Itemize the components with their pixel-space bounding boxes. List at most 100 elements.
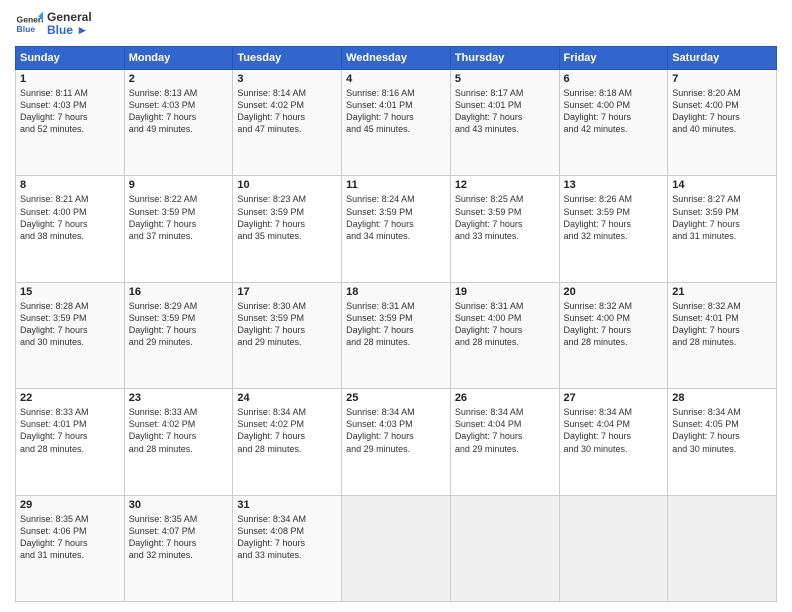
calendar-cell: 19 Sunrise: 8:31 AMSunset: 4:00 PMDayligh…	[450, 282, 559, 388]
calendar-cell: 6 Sunrise: 8:18 AMSunset: 4:00 PMDaylight…	[559, 70, 668, 176]
cell-info: Sunrise: 8:34 AMSunset: 4:05 PMDaylight:…	[672, 406, 772, 455]
day-number: 22	[20, 392, 120, 404]
cell-info: Sunrise: 8:34 AMSunset: 4:02 PMDaylight:…	[237, 406, 337, 455]
cell-info: Sunrise: 8:32 AMSunset: 4:00 PMDaylight:…	[564, 300, 664, 349]
day-number: 28	[672, 392, 772, 404]
calendar-header: SundayMondayTuesdayWednesdayThursdayFrid…	[16, 47, 777, 70]
cell-info: Sunrise: 8:34 AMSunset: 4:03 PMDaylight:…	[346, 406, 446, 455]
calendar-week-1: 1 Sunrise: 8:11 AMSunset: 4:03 PMDaylight…	[16, 70, 777, 176]
calendar-cell: 4Sunrise: 8:16 AMSunset: 4:01 PMDaylight…	[342, 70, 451, 176]
cell-info: Sunrise: 8:14 AMSunset: 4:02 PMDaylight:…	[237, 87, 337, 136]
day-number: 1	[20, 73, 120, 85]
cell-info: Sunrise: 8:35 AMSunset: 4:06 PMDaylight:…	[20, 513, 120, 562]
weekday-header-saturday: Saturday	[668, 47, 777, 70]
calendar-cell	[559, 495, 668, 601]
calendar-cell: 9Sunrise: 8:22 AMSunset: 3:59 PMDaylight…	[124, 176, 233, 282]
weekday-header-sunday: Sunday	[16, 47, 125, 70]
calendar-week-3: 15Sunrise: 8:28 AMSunset: 3:59 PMDayligh…	[16, 282, 777, 388]
calendar-cell: 8 Sunrise: 8:21 AMSunset: 4:00 PMDaylight…	[16, 176, 125, 282]
calendar-cell: 18 Sunrise: 8:31 AMSunset: 3:59 PMDayligh…	[342, 282, 451, 388]
cell-info: Sunrise: 8:35 AMSunset: 4:07 PMDaylight:…	[129, 513, 229, 562]
logo-blue: Blue ►	[47, 24, 92, 37]
cell-info: Sunrise: 8:33 AMSunset: 4:02 PMDaylight:…	[129, 406, 229, 455]
day-number: 20	[564, 286, 664, 298]
calendar-cell: 16 Sunrise: 8:29 AMSunset: 3:59 PMDayligh…	[124, 282, 233, 388]
day-number: 15	[20, 286, 120, 298]
day-number: 7	[672, 73, 772, 85]
calendar-cell: 28 Sunrise: 8:34 AMSunset: 4:05 PMDayligh…	[668, 389, 777, 495]
day-number: 23	[129, 392, 229, 404]
day-number: 11	[346, 179, 446, 191]
cell-info: Sunrise: 8:34 AMSunset: 4:04 PMDaylight:…	[455, 406, 555, 455]
calendar-cell: 25 Sunrise: 8:34 AMSunset: 4:03 PMDayligh…	[342, 389, 451, 495]
calendar-cell: 1 Sunrise: 8:11 AMSunset: 4:03 PMDaylight…	[16, 70, 125, 176]
calendar-week-5: 29 Sunrise: 8:35 AMSunset: 4:06 PMDayligh…	[16, 495, 777, 601]
calendar-cell: 17 Sunrise: 8:30 AMSunset: 3:59 PMDayligh…	[233, 282, 342, 388]
weekday-header-friday: Friday	[559, 47, 668, 70]
cell-info: Sunrise: 8:18 AMSunset: 4:00 PMDaylight:…	[564, 87, 664, 136]
day-number: 6	[564, 73, 664, 85]
calendar-cell: 5 Sunrise: 8:17 AMSunset: 4:01 PMDaylight…	[450, 70, 559, 176]
cell-info: Sunrise: 8:11 AMSunset: 4:03 PMDaylight:…	[20, 87, 120, 136]
calendar-cell	[450, 495, 559, 601]
logo-icon: General Blue	[15, 10, 43, 38]
cell-info: Sunrise: 8:29 AMSunset: 3:59 PMDaylight:…	[129, 300, 229, 349]
day-number: 30	[129, 499, 229, 511]
day-number: 18	[346, 286, 446, 298]
day-number: 26	[455, 392, 555, 404]
cell-info: Sunrise: 8:31 AMSunset: 4:00 PMDaylight:…	[455, 300, 555, 349]
calendar-body: 1 Sunrise: 8:11 AMSunset: 4:03 PMDaylight…	[16, 70, 777, 602]
calendar-cell	[342, 495, 451, 601]
calendar-week-2: 8 Sunrise: 8:21 AMSunset: 4:00 PMDaylight…	[16, 176, 777, 282]
day-number: 29	[20, 499, 120, 511]
calendar-cell: 20 Sunrise: 8:32 AMSunset: 4:00 PMDayligh…	[559, 282, 668, 388]
cell-info: Sunrise: 8:24 AMSunset: 3:59 PMDaylight:…	[346, 193, 446, 242]
day-number: 17	[237, 286, 337, 298]
calendar-cell: 12 Sunrise: 8:25 AMSunset: 3:59 PMDayligh…	[450, 176, 559, 282]
day-number: 24	[237, 392, 337, 404]
cell-info: Sunrise: 8:13 AMSunset: 4:03 PMDaylight:…	[129, 87, 229, 136]
day-number: 21	[672, 286, 772, 298]
cell-info: Sunrise: 8:30 AMSunset: 3:59 PMDaylight:…	[237, 300, 337, 349]
calendar-week-4: 22Sunrise: 8:33 AMSunset: 4:01 PMDayligh…	[16, 389, 777, 495]
cell-info: Sunrise: 8:31 AMSunset: 3:59 PMDaylight:…	[346, 300, 446, 349]
day-number: 4	[346, 73, 446, 85]
day-number: 5	[455, 73, 555, 85]
calendar-cell: 13Sunrise: 8:26 AMSunset: 3:59 PMDayligh…	[559, 176, 668, 282]
calendar-cell: 23 Sunrise: 8:33 AMSunset: 4:02 PMDayligh…	[124, 389, 233, 495]
cell-info: Sunrise: 8:17 AMSunset: 4:01 PMDaylight:…	[455, 87, 555, 136]
cell-info: Sunrise: 8:22 AMSunset: 3:59 PMDaylight:…	[129, 193, 229, 242]
day-number: 10	[237, 179, 337, 191]
day-number: 16	[129, 286, 229, 298]
cell-info: Sunrise: 8:25 AMSunset: 3:59 PMDaylight:…	[455, 193, 555, 242]
cell-info: Sunrise: 8:23 AMSunset: 3:59 PMDaylight:…	[237, 193, 337, 242]
calendar-cell: 30 Sunrise: 8:35 AMSunset: 4:07 PMDayligh…	[124, 495, 233, 601]
day-number: 12	[455, 179, 555, 191]
calendar-cell: 14 Sunrise: 8:27 AMSunset: 3:59 PMDayligh…	[668, 176, 777, 282]
day-number: 2	[129, 73, 229, 85]
day-number: 14	[672, 179, 772, 191]
weekday-row: SundayMondayTuesdayWednesdayThursdayFrid…	[16, 47, 777, 70]
page: General Blue General Blue ► SundayMonday…	[0, 0, 792, 612]
calendar-cell: 2 Sunrise: 8:13 AMSunset: 4:03 PMDaylight…	[124, 70, 233, 176]
weekday-header-thursday: Thursday	[450, 47, 559, 70]
day-number: 13	[564, 179, 664, 191]
cell-info: Sunrise: 8:34 AMSunset: 4:04 PMDaylight:…	[564, 406, 664, 455]
svg-text:Blue: Blue	[17, 24, 36, 34]
day-number: 8	[20, 179, 120, 191]
calendar-cell: 31Sunrise: 8:34 AMSunset: 4:08 PMDayligh…	[233, 495, 342, 601]
cell-info: Sunrise: 8:21 AMSunset: 4:00 PMDaylight:…	[20, 193, 120, 242]
calendar-cell	[668, 495, 777, 601]
day-number: 19	[455, 286, 555, 298]
day-number: 25	[346, 392, 446, 404]
cell-info: Sunrise: 8:20 AMSunset: 4:00 PMDaylight:…	[672, 87, 772, 136]
day-number: 31	[237, 499, 337, 511]
calendar-table: SundayMondayTuesdayWednesdayThursdayFrid…	[15, 46, 777, 602]
calendar-cell: 26 Sunrise: 8:34 AMSunset: 4:04 PMDayligh…	[450, 389, 559, 495]
calendar-cell: 15Sunrise: 8:28 AMSunset: 3:59 PMDayligh…	[16, 282, 125, 388]
cell-info: Sunrise: 8:27 AMSunset: 3:59 PMDaylight:…	[672, 193, 772, 242]
calendar-cell: 27Sunrise: 8:34 AMSunset: 4:04 PMDayligh…	[559, 389, 668, 495]
weekday-header-wednesday: Wednesday	[342, 47, 451, 70]
calendar-cell: 29 Sunrise: 8:35 AMSunset: 4:06 PMDayligh…	[16, 495, 125, 601]
calendar-cell: 10 Sunrise: 8:23 AMSunset: 3:59 PMDayligh…	[233, 176, 342, 282]
